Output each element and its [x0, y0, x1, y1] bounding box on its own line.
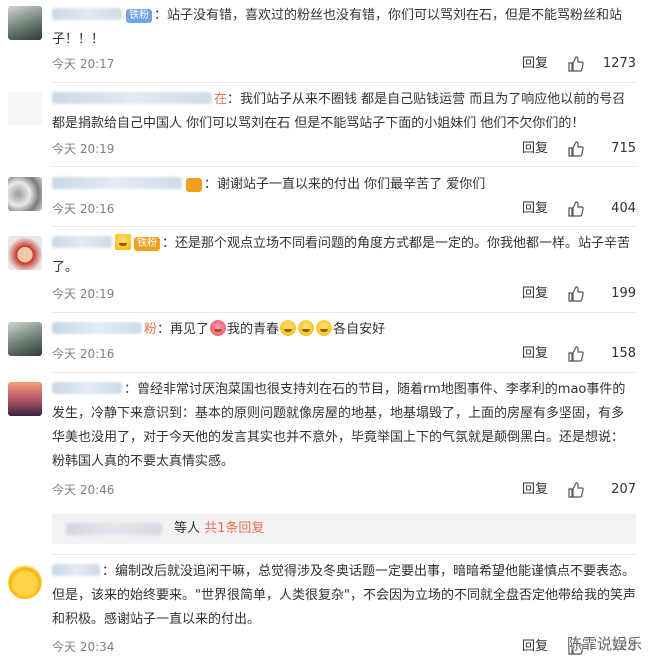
avatar[interactable]: [8, 177, 42, 211]
comment-text: ：谢谢站子一直以来的付出 你们最辛苦了 爱你们: [52, 173, 636, 197]
comment-text: ：编制改后就没追闲干嘛，总觉得涉及冬奥话题一定要出事，暗暗希望他能谨慎点不要表态…: [52, 564, 636, 627]
comment-meta: 今天 20:17 回复 1273: [52, 54, 636, 74]
avatar[interactable]: [8, 92, 42, 126]
fan-badge: [186, 178, 202, 192]
comment-text: 在：我们站子从来不圈钱 都是自己贴钱运营 而且为了响应他以前的号召 都是捐款给自…: [52, 92, 626, 131]
avatar[interactable]: [8, 322, 42, 356]
reply-button[interactable]: 回复: [522, 199, 548, 219]
reply-button[interactable]: 回复: [522, 284, 548, 304]
reply-button[interactable]: 回复: [522, 344, 548, 364]
divider: [52, 166, 636, 167]
username[interactable]: [52, 236, 114, 251]
crown-icon: [115, 234, 131, 250]
divider: [52, 312, 636, 313]
comment-meta: 今天 20:16 回复 404: [52, 199, 636, 219]
avatar[interactable]: [8, 382, 42, 416]
divider: [52, 82, 636, 83]
comment-text: 铁粉 ：还是那个观点立场不同看问题的角度方式都是一定的。你我他都一样。站子辛苦了。: [52, 234, 631, 275]
username[interactable]: 在: [52, 92, 227, 107]
like-count: 207: [611, 482, 636, 497]
timestamp: 今天 20:19: [52, 142, 115, 156]
thumbs-up-icon: [568, 482, 584, 498]
reply-button[interactable]: 回复: [522, 480, 548, 500]
username[interactable]: [52, 177, 184, 192]
thumbs-up-icon: [568, 346, 584, 362]
username[interactable]: [52, 382, 124, 397]
like-count: 715: [611, 141, 636, 156]
username[interactable]: [52, 564, 102, 579]
comment-meta: 今天 20:46 回复 207: [52, 480, 636, 500]
timestamp: 今天 20:16: [52, 202, 115, 216]
crying-face-icon: [280, 320, 297, 336]
timestamp: 今天 20:19: [52, 287, 115, 301]
like-count: 404: [611, 201, 636, 216]
avatar[interactable]: [8, 565, 42, 599]
thumbs-up-icon: [568, 56, 584, 72]
thumbs-up-icon: [568, 141, 584, 157]
fan-badge: 铁粉: [126, 9, 152, 23]
reply-users: [66, 523, 162, 535]
crying-face-icon: [298, 320, 315, 336]
timestamp: 今天 20:17: [52, 57, 115, 71]
comment-meta: 今天 20:19 回复 199: [52, 284, 636, 304]
avatar[interactable]: [8, 236, 42, 270]
timestamp: 今天 20:16: [52, 347, 115, 361]
sub-reply-prefix: 等人: [174, 521, 201, 536]
reply-button[interactable]: 回复: [522, 637, 548, 657]
thumbs-up-icon: [568, 201, 584, 217]
watermark: 陈霏说娱乐: [566, 635, 642, 653]
divider: [52, 372, 636, 373]
avatar[interactable]: [8, 6, 42, 40]
reply-button[interactable]: 回复: [522, 54, 548, 74]
comment-text: 粉：再见了 我的青春 各自安好: [52, 318, 636, 342]
sub-reply-bar[interactable]: 等人 共1条回复: [52, 514, 636, 544]
thumbs-up-icon: [568, 286, 584, 302]
timestamp: 今天 20:46: [52, 483, 115, 497]
fan-badge: 铁粉: [134, 237, 160, 251]
divider: [52, 554, 636, 555]
comment-text: ：曾经非常讨厌泡菜国也很支持刘在石的节目，随着rm地图事件、李孝利的mao事件的…: [52, 382, 626, 469]
comment-meta: 今天 20:34 回复 123: [52, 637, 636, 657]
like-count: 158: [611, 346, 636, 361]
like-count: 1273: [602, 56, 636, 71]
crying-face-icon: [316, 320, 333, 336]
reply-button[interactable]: 回复: [522, 139, 548, 159]
comment-text: 铁粉 ：站子没有错，喜欢过的粉丝也没有错，你们可以骂刘在石，但是不能骂粉丝和站子！…: [52, 8, 623, 47]
heart-broken-icon: [210, 320, 227, 336]
username[interactable]: 粉: [52, 322, 157, 337]
username[interactable]: [52, 8, 124, 23]
like-count: 199: [611, 286, 636, 301]
divider: [52, 226, 636, 227]
comment-meta: 今天 20:19 回复 715: [52, 139, 636, 159]
comment-meta: 今天 20:16 回复 158: [52, 344, 636, 364]
view-replies-link[interactable]: 共1条回复: [204, 521, 264, 536]
timestamp: 今天 20:34: [52, 640, 115, 654]
